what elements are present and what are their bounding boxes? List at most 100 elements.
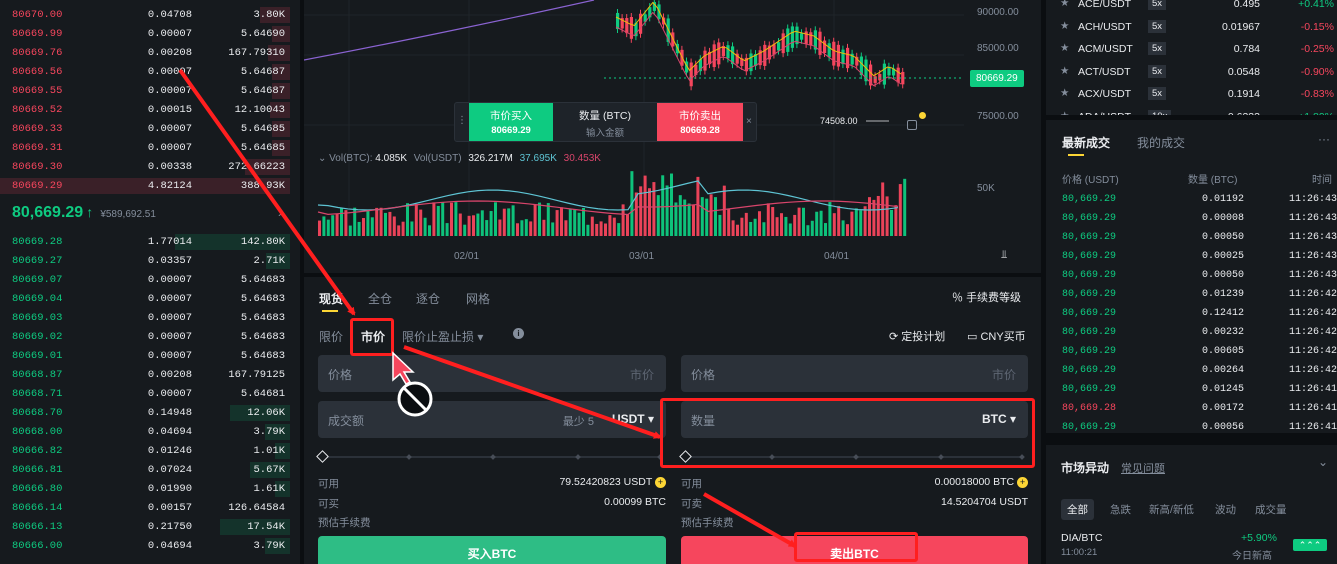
orderbook-bid-row[interactable]: 80669.07 0.00007 5.64683 xyxy=(0,270,300,289)
add-funds-icon[interactable]: + xyxy=(1017,477,1028,488)
tab-grid[interactable]: 网格 xyxy=(466,290,490,307)
sell-price-label: 价格 xyxy=(691,368,716,382)
star-icon[interactable]: ★ xyxy=(1060,42,1069,54)
orderbook-ask-row[interactable]: 80669.56 0.00007 5.64687 xyxy=(0,62,300,81)
bid-price: 80669.04 xyxy=(12,293,63,305)
star-icon[interactable]: ★ xyxy=(1060,110,1069,116)
orderbook-bid-row[interactable]: 80668.71 0.00007 5.64681 xyxy=(0,384,300,403)
trade-row: 80,669.29 0.01192 11:26:43 xyxy=(1060,191,1337,210)
star-icon[interactable]: ★ xyxy=(1060,0,1069,9)
tab-my-trades[interactable]: 我的成交 xyxy=(1137,134,1185,151)
tab-isolated[interactable]: 逐仓 xyxy=(416,290,440,307)
market-tab-all[interactable]: 全部 xyxy=(1061,499,1094,520)
orderbook-bid-row[interactable]: 80666.00 0.04694 3.79K xyxy=(0,536,300,555)
orderbook-ask-row[interactable]: 80669.30 0.00338 272.66223 xyxy=(0,157,300,176)
bid-total: 5.64683 xyxy=(240,274,285,286)
trade-price: 80,669.29 xyxy=(1062,213,1117,224)
orderbook-ask-row[interactable]: 80669.52 0.00015 12.10043 xyxy=(0,100,300,119)
faq-link[interactable]: 常见问题 xyxy=(1121,460,1165,476)
tab-spot[interactable]: 现货 xyxy=(319,290,343,307)
orderbook-ask-row[interactable]: 80669.29 4.82124 388.93K xyxy=(0,176,300,195)
orderbook-bid-row[interactable]: 80666.13 0.21750 17.54K xyxy=(0,517,300,536)
orderbook-ask-row[interactable]: 80670.00 0.04708 3.80K xyxy=(0,5,300,24)
pair-row[interactable]: ★ ACH/USDT 5x 0.01967 -0.15% xyxy=(1060,17,1334,39)
last-price-row[interactable]: 80,669.29 ↑ ¥589,692.51 › xyxy=(12,204,292,226)
orderbook-bid-row[interactable]: 80668.87 0.00208 167.79125 xyxy=(0,365,300,384)
quick-buy-button[interactable]: 市价买入 80669.29 xyxy=(469,103,553,141)
market-tab-volume[interactable]: 成交量 xyxy=(1255,502,1287,517)
volume-bar xyxy=(485,220,489,236)
order-type-stop-limit[interactable]: 限价止盈止损 ▾ xyxy=(402,328,483,345)
market-tab-volatility[interactable]: 波动 xyxy=(1215,502,1236,517)
orderbook-bid-row[interactable]: 80668.70 0.14948 12.06K xyxy=(0,403,300,422)
star-icon[interactable]: ★ xyxy=(1060,65,1069,77)
market-tab-drop[interactable]: 急跌 xyxy=(1110,502,1131,517)
pair-leverage: 5x xyxy=(1148,0,1167,10)
info-icon[interactable]: i xyxy=(513,328,524,339)
sell-price-field[interactable]: 价格 市价 xyxy=(681,355,1028,392)
cny-buy-link[interactable]: ▭ CNY买币 xyxy=(967,328,1026,344)
order-type-limit[interactable]: 限价 xyxy=(319,328,343,345)
collapse-icon[interactable]: ⌄ xyxy=(318,153,329,164)
drag-handle-icon[interactable]: ⋮⋮ xyxy=(457,115,477,129)
orderbook-bid-row[interactable]: 80669.03 0.00007 5.64683 xyxy=(0,308,300,327)
buy-btc-button[interactable]: 买入BTC xyxy=(318,536,666,564)
quick-sell-button[interactable]: 市价卖出 80669.28 xyxy=(657,103,743,141)
orderbook-ask-row[interactable]: 80669.76 0.00208 167.79310 xyxy=(0,43,300,62)
orderbook-ask-row[interactable]: 80669.33 0.00007 5.64685 xyxy=(0,119,300,138)
pair-row[interactable]: ★ ADA/USDT 10x 0.6333 +1.89% xyxy=(1060,107,1334,116)
vol-ma1-value: 37.695K xyxy=(519,153,557,164)
pair-row[interactable]: ★ ACX/USDT 5x 0.1914 -0.83% xyxy=(1060,84,1334,106)
chevron-down-icon[interactable]: ⌄ xyxy=(1318,455,1328,469)
trade-price: 80,669.29 xyxy=(1062,308,1117,319)
orderbook-bid-row[interactable]: 80666.80 0.01990 1.61K xyxy=(0,479,300,498)
chevron-right-icon[interactable]: › xyxy=(278,206,282,220)
buy-slider[interactable] xyxy=(316,450,666,463)
orderbook-bid-row[interactable]: 80669.02 0.00007 5.64683 xyxy=(0,327,300,346)
orderbook-bid-row[interactable]: 80669.27 0.03357 2.71K xyxy=(0,251,300,270)
add-funds-icon[interactable]: + xyxy=(655,477,666,488)
orderbook-bid-row[interactable]: 80666.14 0.00157 126.64584 xyxy=(0,498,300,517)
layers-icon[interactable] xyxy=(907,120,917,130)
orderbook-ask-row[interactable]: 80669.31 0.00007 5.64685 xyxy=(0,138,300,157)
dca-link[interactable]: ⟳ 定投计划 xyxy=(889,328,945,344)
cny-buy-label: CNY买币 xyxy=(980,331,1026,343)
orderbook-ask-row[interactable]: 80669.55 0.00007 5.64687 xyxy=(0,81,300,100)
pair-row[interactable]: ★ ACT/USDT 5x 0.0548 -0.90% xyxy=(1060,62,1334,84)
bid-price: 80666.13 xyxy=(12,521,63,533)
orderbook-ask-row[interactable]: 80669.99 0.00007 5.64690 xyxy=(0,24,300,43)
axis-scale-icon[interactable]: ⫫ xyxy=(1001,249,1007,262)
buy-slider-handle[interactable] xyxy=(316,450,329,463)
trade-qty: 0.00056 xyxy=(1202,422,1245,433)
orderbook-bid-row[interactable]: 80669.04 0.00007 5.64683 xyxy=(0,289,300,308)
volume-legend: ⌄ Vol(BTC): 4.085K Vol(USDT) 326.217M 37… xyxy=(318,153,601,164)
close-icon[interactable]: × xyxy=(746,116,752,127)
bid-total: 142.80K xyxy=(240,236,285,248)
chart-panel[interactable]: 90000.00 85000.00 75000.00 80669.29 7450… xyxy=(304,0,1041,273)
candle xyxy=(809,32,813,46)
orderbook-bid-row[interactable]: 80669.01 0.00007 5.64683 xyxy=(0,346,300,365)
buy-price-field[interactable]: 价格 市价 xyxy=(318,355,666,392)
orderbook-bid-row[interactable]: 80669.28 1.77014 142.80K xyxy=(0,232,300,251)
candle xyxy=(616,12,620,30)
orderbook-bid-row[interactable]: 80668.00 0.04694 3.79K xyxy=(0,422,300,441)
volume-bar xyxy=(340,208,343,236)
more-icon[interactable]: ··· xyxy=(1318,132,1330,146)
mover-pair[interactable]: DIA/BTC xyxy=(1061,532,1102,544)
star-icon[interactable]: ★ xyxy=(1060,20,1069,32)
market-tab-high-low[interactable]: 新高/新低 xyxy=(1149,502,1194,517)
pair-row[interactable]: ★ ACM/USDT 5x 0.784 -0.25% xyxy=(1060,39,1334,61)
pair-row[interactable]: ★ ACE/USDT 5x 0.495 +0.41% xyxy=(1060,0,1334,16)
volume-bar xyxy=(617,223,621,236)
orderbook-bid-row[interactable]: 80666.81 0.07024 5.67K xyxy=(0,460,300,479)
orderbook-bid-row[interactable]: 80666.82 0.01246 1.01K xyxy=(0,441,300,460)
fee-level-link[interactable]: ％ 手续费等级 xyxy=(952,289,1021,305)
tab-cross[interactable]: 全仓 xyxy=(368,290,392,307)
quick-qty-input[interactable]: 数量 (BTC) 输入金额 xyxy=(555,103,655,141)
tab-latest-trades[interactable]: 最新成交 xyxy=(1062,134,1110,151)
bid-price: 80666.81 xyxy=(12,464,63,476)
star-icon[interactable]: ★ xyxy=(1060,87,1069,99)
buy-amount-unit[interactable]: USDT ▾ xyxy=(612,412,654,426)
buy-amount-field[interactable]: 成交额 最少 5 USDT ▾ xyxy=(318,401,666,438)
y-tick-85000: 85000.00 xyxy=(977,43,1019,54)
